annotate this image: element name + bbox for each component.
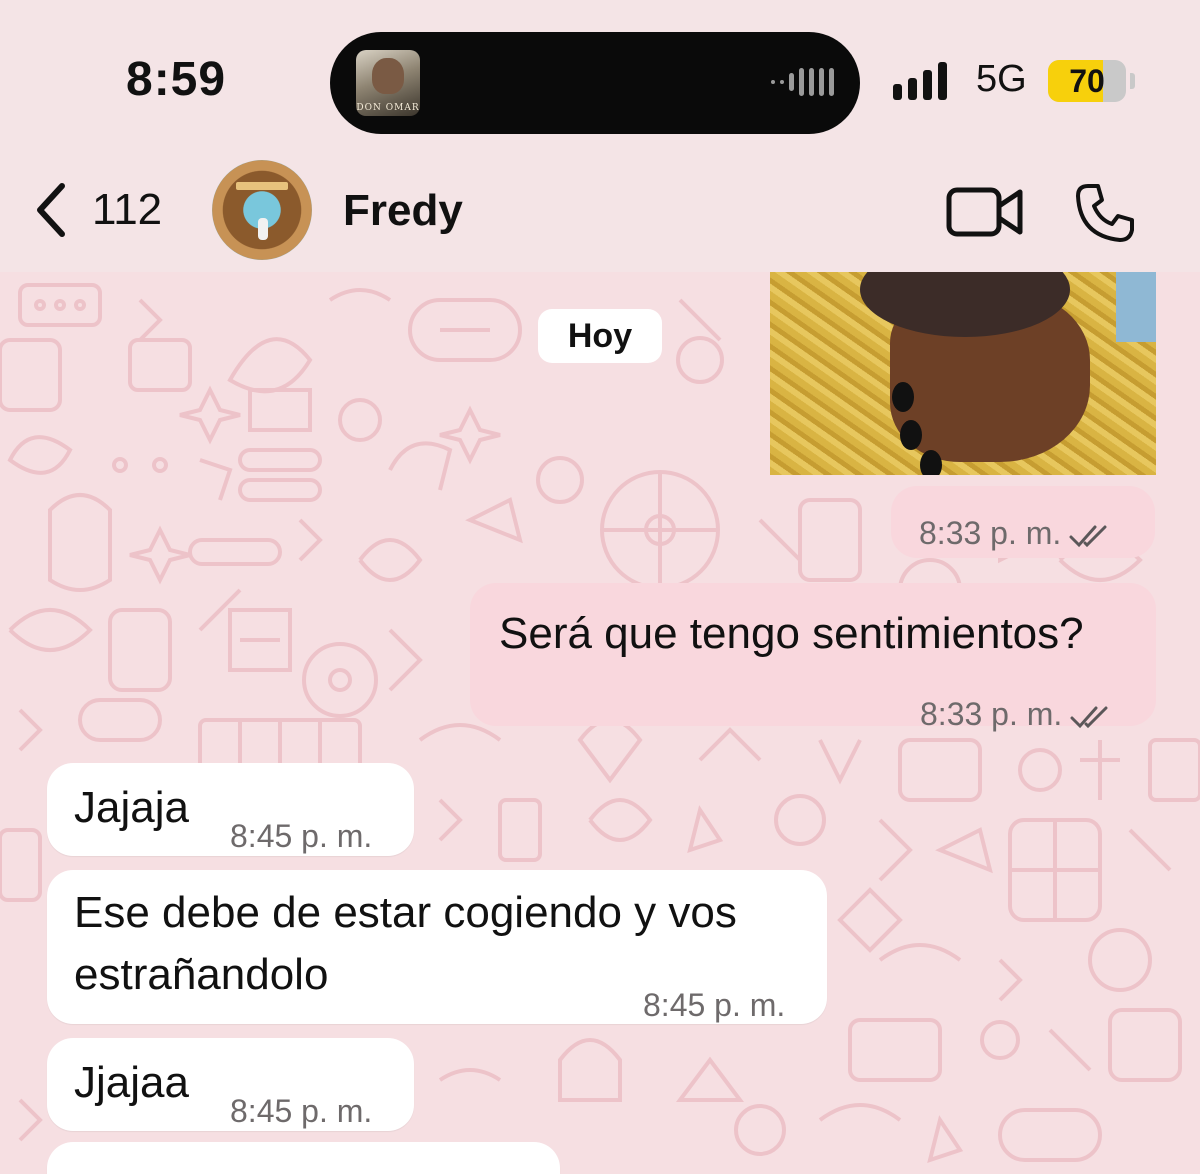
battery-nub (1130, 73, 1135, 89)
message-bubble-incoming[interactable]: Jajaja 8:45 p. m. (47, 763, 414, 856)
message-bubble-incoming[interactable]: Ese debe de estar cogiendo y vos estraña… (47, 870, 827, 1024)
battery-percent: 70 (1069, 63, 1105, 99)
double-check-icon (1070, 706, 1108, 728)
media-claw (900, 420, 922, 450)
avatar-person (258, 218, 268, 240)
audio-waveform-icon (771, 68, 834, 96)
video-call-button[interactable] (946, 184, 1024, 245)
battery-icon: 70 (1048, 60, 1126, 102)
cellular-signal-icon (893, 62, 947, 100)
now-playing-art-text: DON OMAR (356, 103, 420, 113)
message-list[interactable]: 8:33 p. m. Hoy Será que tengo sentimient… (0, 272, 1200, 1174)
message-text-line-1: Ese debe de estar cogiendo y vos (74, 888, 737, 937)
message-bubble-incoming-partial[interactable] (47, 1142, 560, 1174)
message-time: 8:33 p. m. (919, 502, 1111, 564)
contact-name[interactable]: Fredy (343, 186, 463, 236)
avatar-sign (236, 182, 288, 190)
media-claw (920, 450, 942, 475)
video-camera-icon (946, 187, 1023, 237)
message-time: 8:45 p. m. (230, 1093, 373, 1129)
media-claw (892, 382, 914, 412)
media-blanket (1116, 272, 1156, 342)
voice-call-button[interactable] (1074, 182, 1136, 249)
top-bar: 8:59 DON OMAR 5G 70 112 Fredy (0, 0, 1200, 272)
message-text: Jajaja (74, 783, 189, 832)
chevron-left-icon (37, 183, 65, 237)
message-time: 8:45 p. m. (643, 987, 786, 1023)
network-type: 5G (976, 58, 1027, 100)
double-check-icon (1069, 525, 1107, 547)
unread-count: 112 (92, 185, 163, 234)
phone-icon (1076, 184, 1134, 242)
message-time: 8:45 p. m. (230, 818, 373, 854)
message-bubble-incoming[interactable]: Jjajaa 8:45 p. m. (47, 1038, 414, 1131)
contact-avatar[interactable] (212, 160, 312, 260)
message-text-line-2: estrañandolo (74, 950, 329, 999)
message-bubble-outgoing[interactable]: Será que tengo sentimientos? 8:33 p. m. (470, 583, 1156, 732)
image-message-caption[interactable]: 8:33 p. m. (891, 486, 1155, 558)
image-message[interactable] (770, 272, 1156, 475)
message-time: 8:33 p. m. (920, 683, 1112, 745)
now-playing-artwork: DON OMAR (356, 50, 420, 116)
dynamic-island[interactable]: DON OMAR (330, 32, 860, 134)
message-text: Será que tengo sentimientos? (499, 609, 1084, 658)
message-text: Jjajaa (74, 1058, 189, 1107)
back-button[interactable]: 112 (30, 180, 162, 240)
artist-face (372, 58, 404, 94)
date-separator: Hoy (538, 309, 662, 363)
status-time: 8:59 (126, 53, 227, 106)
